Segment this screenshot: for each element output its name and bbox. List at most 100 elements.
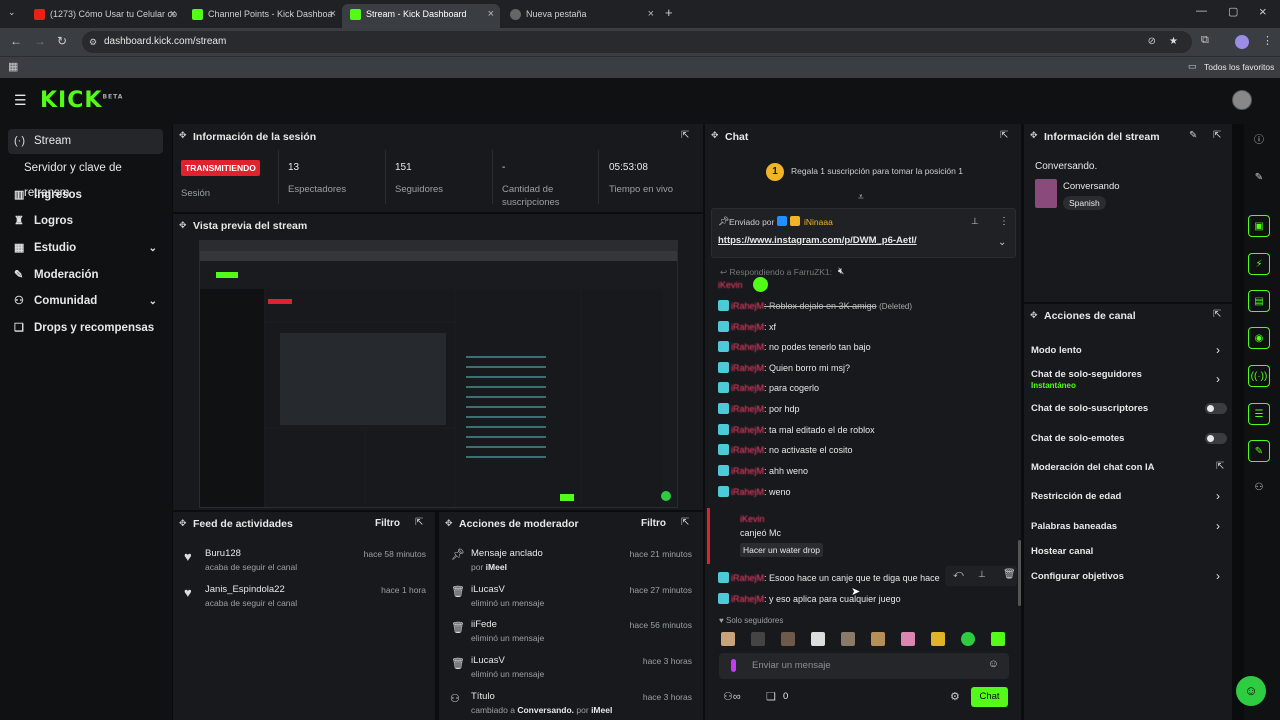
chat-username[interactable]: iRahejM — [731, 573, 764, 583]
browser-tab-4[interactable]: Nueva pestaña × — [502, 4, 660, 28]
viewer-avatar[interactable] — [811, 632, 825, 646]
viewer-avatar[interactable] — [781, 632, 795, 646]
chat-message[interactable]: iRahejM: no activaste el cosito — [718, 443, 853, 457]
chat-username[interactable]: iRahejM — [731, 594, 764, 604]
close-tab-icon[interactable]: × — [330, 4, 336, 24]
browser-tab-3[interactable]: Stream - Kick Dashboard × — [342, 4, 500, 28]
pinned-link[interactable]: https://www.instagram.com/p/DWM_p6-Aetl/ — [718, 235, 917, 246]
people-icon[interactable]: ⚇ — [1248, 477, 1270, 499]
chat-message[interactable]: iRahejM: ahh weno — [718, 464, 808, 478]
feed-item-name[interactable]: Buru128 — [205, 548, 241, 559]
move-handle-icon[interactable]: ✥ — [445, 518, 453, 529]
slow-mode[interactable]: Modo lento — [1031, 345, 1082, 356]
reload-icon[interactable]: ↻ — [57, 34, 67, 48]
mod-user[interactable]: iMeel — [591, 705, 612, 715]
support-chat-button[interactable]: ☺ — [1236, 676, 1266, 706]
reply-icon[interactable]: ⤺ — [953, 569, 964, 580]
sidebar-item-stream[interactable]: (·) Stream — [8, 129, 163, 154]
redeem-user[interactable]: iKevin — [740, 514, 765, 524]
move-handle-icon[interactable]: ✥ — [711, 130, 719, 141]
send-chat-button[interactable]: Chat — [971, 687, 1008, 707]
eye-off-icon[interactable]: ⊘ — [1148, 31, 1156, 53]
chat-message[interactable]: iRahejM: para cogerlo — [718, 381, 819, 395]
edit-icon[interactable]: ✎ — [1189, 130, 1197, 141]
emoji-icon[interactable]: ☺ — [988, 658, 999, 670]
stream-preview-video[interactable] — [199, 240, 678, 508]
close-window-icon[interactable]: × — [1259, 4, 1267, 19]
minimize-icon[interactable]: — — [1196, 5, 1207, 17]
emotes-only-toggle[interactable] — [1205, 433, 1227, 444]
wrench-icon[interactable]: ✎ — [1248, 440, 1270, 462]
close-tab-icon[interactable]: × — [488, 4, 494, 24]
viewer-avatar[interactable] — [751, 632, 765, 646]
viewer-avatar[interactable] — [901, 632, 915, 646]
bookmark-star-icon[interactable]: ★ — [1169, 31, 1178, 53]
chat-message[interactable]: iRahejM: ta mal editado el de roblox — [718, 423, 875, 437]
chat-message[interactable]: iRahejM: y eso aplica para cualquier jue… — [718, 592, 901, 606]
mod-item-name[interactable]: iLucasV — [471, 655, 505, 666]
chevron-right-icon[interactable]: › — [1216, 372, 1220, 386]
popout-icon[interactable]: ⇱ — [1000, 130, 1008, 141]
sidebar-item-logros[interactable]: ♜ Logros — [8, 209, 163, 234]
move-handle-icon[interactable]: ✥ — [179, 130, 187, 141]
all-bookmarks[interactable]: Todos los favoritos — [1204, 62, 1274, 72]
back-icon[interactable]: ← — [10, 34, 22, 48]
move-handle-icon[interactable]: ✥ — [179, 220, 187, 231]
chevron-right-icon[interactable]: › — [1216, 569, 1220, 583]
sidebar-item-estudio[interactable]: ▦ Estudio ⌄ — [8, 236, 163, 261]
viewer-avatar[interactable] — [961, 632, 975, 646]
chevron-right-icon[interactable]: › — [1216, 519, 1220, 533]
chat-username[interactable]: iRahejM — [731, 363, 764, 373]
mod-user[interactable]: iMeel — [486, 562, 507, 572]
ai-moderation[interactable]: Moderación del chat con IA — [1031, 462, 1155, 473]
chat-username[interactable]: iRahejM — [731, 404, 764, 414]
popout-icon[interactable]: ⇱ — [681, 130, 689, 141]
configure-goals[interactable]: Configurar objetivos — [1031, 571, 1124, 582]
popout-icon[interactable]: ⇱ — [1213, 130, 1221, 141]
banned-words[interactable]: Palabras baneadas — [1031, 521, 1117, 532]
lightning-icon[interactable]: ⚡︎ — [1248, 253, 1270, 275]
chat-scrollbar[interactable] — [1018, 540, 1021, 606]
mod-item-name[interactable]: iLucasV — [471, 584, 505, 595]
chat-message[interactable]: iRahejM: no podes tenerlo tan bajo — [718, 340, 871, 354]
chat-message[interactable]: iRahejM: Esooo hace un canje que te diga… — [718, 571, 944, 585]
chevron-right-icon[interactable]: › — [1216, 489, 1220, 503]
list-icon[interactable]: ☰ — [1248, 403, 1270, 425]
camera-icon[interactable]: ▣ — [1248, 215, 1270, 237]
chat-username[interactable]: iRahejM — [731, 425, 764, 435]
external-link-icon[interactable]: ⇱ — [1216, 461, 1224, 472]
chat-settings-icon[interactable]: ⚙ — [950, 690, 960, 703]
sidebar-item-comunidad[interactable]: ⚇ Comunidad ⌄ — [8, 289, 163, 314]
info-icon[interactable]: ⓘ — [1248, 130, 1270, 152]
chat-username[interactable]: iRahejM — [731, 466, 764, 476]
apps-grid-icon[interactable]: ▦ — [8, 60, 18, 73]
chevron-down-icon[interactable]: ⌄ — [998, 237, 1006, 248]
chat-bubble-icon[interactable]: ◉ — [1248, 327, 1270, 349]
broadcast-icon[interactable]: ((·)) — [1248, 365, 1270, 387]
chat-username[interactable]: iRahejM — [731, 383, 764, 393]
viewer-avatar[interactable] — [841, 632, 855, 646]
extensions-icon[interactable]: ⧉ — [1201, 34, 1209, 47]
delete-message-icon[interactable]: 🗑︎ — [1003, 569, 1016, 580]
feed-item-name[interactable]: Janis_Espindola22 — [205, 584, 285, 595]
viewer-avatar[interactable] — [721, 632, 735, 646]
viewer-avatar[interactable] — [871, 632, 885, 646]
feed-filter-button[interactable]: Filtro — [375, 518, 400, 529]
chat-username[interactable]: iRahejM — [731, 445, 764, 455]
followers-only-chat[interactable]: Chat de solo-seguidores — [1031, 369, 1142, 380]
sidebar-item-moderacion[interactable]: ✎ Moderación — [8, 263, 163, 288]
tab-search-icon[interactable]: ⌄ — [8, 7, 16, 18]
chevron-right-icon[interactable]: › — [1216, 343, 1220, 357]
popout-icon[interactable]: ⇱ — [415, 517, 423, 528]
subscribers-only-toggle[interactable] — [1205, 403, 1227, 414]
move-handle-icon[interactable]: ✥ — [179, 518, 187, 529]
mod-filter-button[interactable]: Filtro — [641, 518, 666, 529]
sidebar-item-drops[interactable]: ❏ Drops y recompensas — [8, 316, 163, 341]
sidebar-item-server-key[interactable]: Servidor y clave de retransm — [8, 156, 163, 199]
site-info-icon[interactable]: ⚙ — [89, 31, 97, 53]
document-icon[interactable]: ▤ — [1248, 290, 1270, 312]
edit-icon[interactable]: ✎ — [1248, 167, 1270, 189]
popout-icon[interactable]: ⇱ — [681, 517, 689, 528]
chat-message[interactable]: iRahejM: weno — [718, 485, 791, 499]
host-channel[interactable]: Hostear canal — [1031, 546, 1093, 557]
